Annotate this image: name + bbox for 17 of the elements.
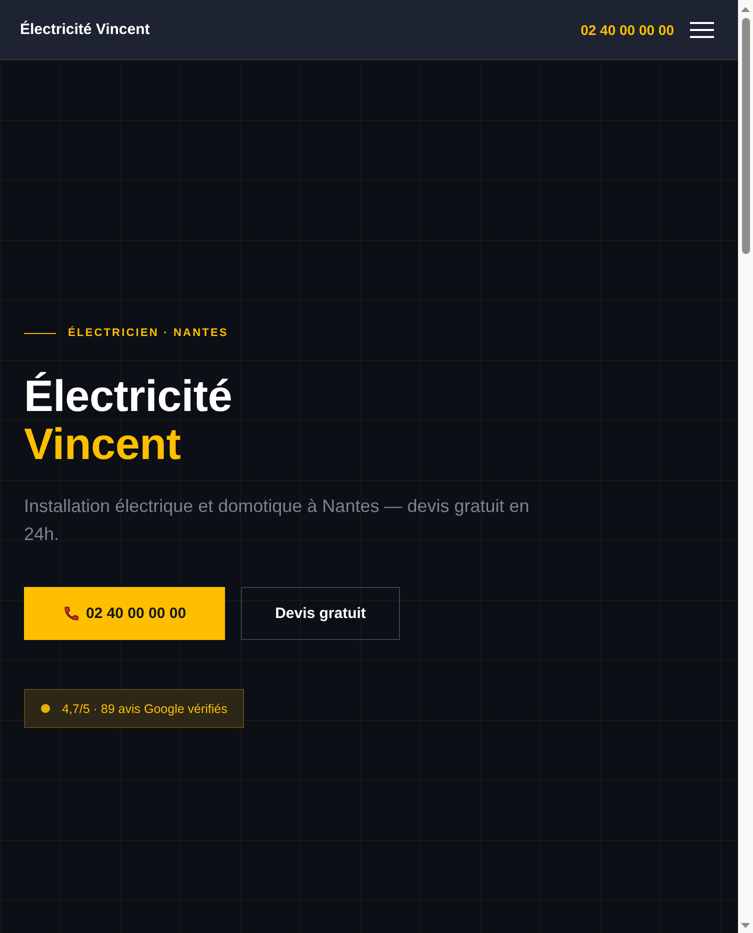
scroll-down-arrow-icon[interactable]	[741, 923, 750, 928]
phone-icon	[62, 605, 80, 622]
status-dot-icon	[41, 704, 50, 713]
scrollbar-track[interactable]	[738, 0, 753, 933]
site-title[interactable]: Électricité Vincent	[20, 21, 150, 38]
hero-title-accent: Vincent	[24, 421, 181, 469]
hero-description: Installation électrique et domotique à Nantes — devis gratuit en 24h.	[24, 495, 530, 546]
hero-title: Électricité	[24, 373, 232, 421]
scroll-up-arrow-icon[interactable]	[741, 7, 750, 12]
eyebrow-label: ÉLECTRICIEN · NANTES	[68, 327, 228, 339]
rating-text: 4,7/5 · 89 avis Google vérifiés	[62, 702, 228, 716]
quote-button[interactable]: Devis gratuit	[241, 587, 400, 640]
menu-icon[interactable]	[690, 22, 714, 38]
accent-line	[24, 332, 56, 334]
phone-link[interactable]: 02 40 00 00 00	[580, 22, 674, 38]
scrollbar-thumb[interactable]	[742, 18, 750, 254]
call-button[interactable]: 02 40 00 00 00	[24, 587, 225, 640]
